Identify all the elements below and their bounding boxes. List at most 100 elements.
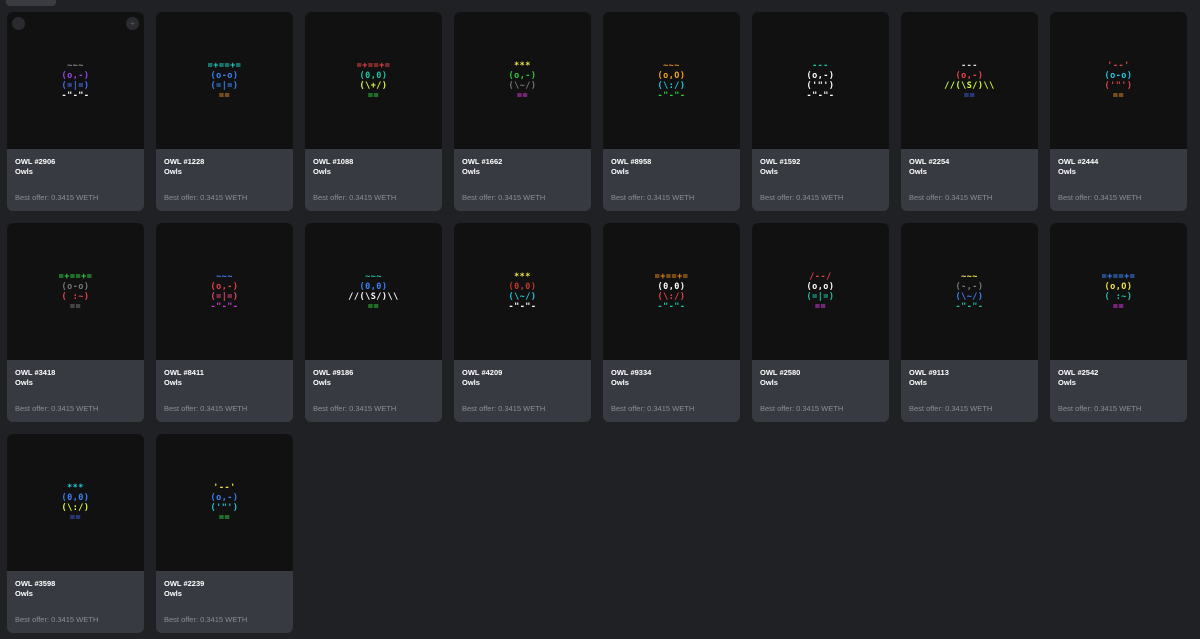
best-offer: Best offer: 0.3415 WETH	[909, 193, 993, 202]
nft-title: OWL #2254	[909, 157, 950, 166]
collection-name[interactable]: Owls	[15, 167, 136, 177]
owl-art-line: ==	[963, 90, 976, 101]
nft-image[interactable]: *** (0,0) (\:/) ==	[7, 434, 144, 571]
owl-art-line: //(\S/)\\	[348, 291, 399, 302]
owl-art-line: ***	[514, 60, 531, 71]
owl-ascii-art: --- (o,-) ('"') -"-"-	[806, 61, 834, 101]
owl-art-line: ==	[367, 90, 380, 101]
nft-card[interactable]: --- (o,-)//(\S/)\\ == OWL #2254 Owls Best off…	[901, 12, 1038, 211]
owl-ascii-art: =+==+= (0,0) (\+/) ==	[357, 61, 391, 101]
nft-card[interactable]: =+==+= (o-o)( :~) == OWL #3418 Owls Best offe…	[7, 223, 144, 422]
collection-name[interactable]: Owls	[760, 378, 881, 388]
nft-title: OWL #1088	[313, 157, 354, 166]
nft-image[interactable]: ~~~ (-,-) (\~/) -"-"-	[901, 223, 1038, 360]
owl-art-line: (\:/)	[657, 291, 686, 302]
nft-title: OWL #1228	[164, 157, 205, 166]
best-offer: Best offer: 0.3415 WETH	[164, 404, 248, 413]
owl-ascii-art: =+==+= (o-o)( :~) ==	[59, 272, 93, 312]
card-info: OWL #3598 Owls Best offer: 0.3415 WETH	[7, 571, 144, 633]
owl-art-line: (-,-)	[955, 281, 984, 292]
collection-name[interactable]: Owls	[313, 378, 434, 388]
best-offer: Best offer: 0.3415 WETH	[611, 193, 695, 202]
collection-name[interactable]: Owls	[313, 167, 434, 177]
nft-image[interactable]: =+==+= (o-o)( :~) ==	[7, 223, 144, 360]
nft-title: OWL #4209	[462, 368, 503, 377]
collection-name[interactable]: Owls	[164, 167, 285, 177]
nft-card[interactable]: =+==+= (0,0) (\:/) -"-"- OWL #9334 Owls Best o…	[603, 223, 740, 422]
nft-image[interactable]: =+==+= (0,0) (\:/) -"-"-	[603, 223, 740, 360]
nft-image[interactable]: ~~~ (o,-) (=|=) -"-"-	[156, 223, 293, 360]
nft-card[interactable]: =+==+= (o-o) (=|=) == OWL #1228 Owls Best offe…	[156, 12, 293, 211]
owl-ascii-art: '--' (o-o) ('"') ==	[1104, 61, 1132, 101]
nft-image[interactable]: --- (o,-)//(\S/)\\ ==	[901, 12, 1038, 149]
nft-card[interactable]: *** (0,0) (\~/) -"-"- OWL #4209 Owls Best offe…	[454, 223, 591, 422]
nft-card[interactable]: =+==+= (o,O)( :~) == OWL #2542 Owls Best offe…	[1050, 223, 1187, 422]
collection-name[interactable]: Owls	[611, 167, 732, 177]
nft-image[interactable]: '--' (o,-) ('"') ==	[156, 434, 293, 571]
best-offer: Best offer: 0.3415 WETH	[15, 404, 99, 413]
owl-art-line: ==	[218, 90, 231, 101]
best-offer: Best offer: 0.3415 WETH	[462, 193, 546, 202]
owl-art-line: (0,0)	[61, 492, 90, 503]
collection-name[interactable]: Owls	[462, 167, 583, 177]
card-info: OWL #2580 Owls Best offer: 0.3415 WETH	[752, 360, 889, 422]
nft-card[interactable]: '--' (o-o) ('"') == OWL #2444 Owls Best offer:…	[1050, 12, 1187, 211]
nft-image[interactable]: =+==+= (o,O)( :~) ==	[1050, 223, 1187, 360]
collection-name[interactable]: Owls	[15, 378, 136, 388]
card-info: OWL #2444 Owls Best offer: 0.3415 WETH	[1050, 149, 1187, 211]
owl-ascii-art: *** (0,0) (\~/) -"-"-	[508, 272, 536, 312]
plus-icon[interactable]: +	[126, 17, 139, 30]
nft-card[interactable]: ~~~ (-,-) (\~/) -"-"- OWL #9113 Owls Best offe…	[901, 223, 1038, 422]
nft-image[interactable]: ~~~ (o,O) (\:/) -"-"-	[603, 12, 740, 149]
nft-card[interactable]: ~~~ (o,O) (\:/) -"-"- OWL #8958 Owls Best offe…	[603, 12, 740, 211]
owl-ascii-art: *** (o,-) (\~/) ==	[508, 61, 536, 101]
nft-card[interactable]: *** (0,0) (\:/) == OWL #3598 Owls Best offer: …	[7, 434, 144, 633]
collection-name[interactable]: Owls	[164, 378, 285, 388]
nft-card[interactable]: + ~~~ (o,-) (=|=) -"-"- OWL #2906 Owls Best off…	[7, 12, 144, 211]
owl-art-line: ==	[367, 301, 380, 312]
owl-ascii-art: ~~~ (o,-) (=|=) -"-"-	[210, 272, 238, 312]
owl-art-line: (\+/)	[359, 80, 388, 91]
nft-card[interactable]: *** (o,-) (\~/) == OWL #1662 Owls Best offer: …	[454, 12, 591, 211]
nft-image[interactable]: *** (0,0) (\~/) -"-"-	[454, 223, 591, 360]
nft-image[interactable]: '--' (o-o) ('"') ==	[1050, 12, 1187, 149]
collection-name[interactable]: Owls	[462, 378, 583, 388]
owl-art-line: (0,0)	[508, 281, 537, 292]
nft-title: OWL #9113	[909, 368, 949, 377]
owl-art-line: =+==+=	[207, 60, 242, 71]
nft-image[interactable]: =+==+= (0,0) (\+/) ==	[305, 12, 442, 149]
collection-name[interactable]: Owls	[760, 167, 881, 177]
collection-name[interactable]: Owls	[15, 589, 136, 599]
nft-card[interactable]: ~~~ (o,-) (=|=) -"-"- OWL #8411 Owls Best offe…	[156, 223, 293, 422]
nft-title: OWL #2239	[164, 579, 205, 588]
collection-name[interactable]: Owls	[611, 378, 732, 388]
nft-image[interactable]: ~~~ (0,0)//(\S/)\\ ==	[305, 223, 442, 360]
nft-card[interactable]: --- (o,-) ('"') -"-"- OWL #1592 Owls Best offe…	[752, 12, 889, 211]
nft-card[interactable]: ~~~ (0,0)//(\S/)\\ == OWL #9186 Owls Best off…	[305, 223, 442, 422]
nft-image[interactable]: + ~~~ (o,-) (=|=) -"-"-	[7, 12, 144, 149]
select-circle-icon[interactable]	[12, 17, 25, 30]
owl-art-line: (0,0)	[359, 70, 388, 81]
owl-art-line: ('"')	[1104, 80, 1133, 91]
collection-name[interactable]: Owls	[909, 378, 1030, 388]
nft-image[interactable]: *** (o,-) (\~/) ==	[454, 12, 591, 149]
card-info: OWL #8411 Owls Best offer: 0.3415 WETH	[156, 360, 293, 422]
nft-card[interactable]: /--/(o,o) (=|=) == OWL #2580 Owls Best offer:…	[752, 223, 889, 422]
owl-ascii-art: ~~~ (o,O) (\:/) -"-"-	[657, 61, 685, 101]
card-info: OWL #1088 Owls Best offer: 0.3415 WETH	[305, 149, 442, 211]
owl-art-line: -"-"-	[210, 301, 239, 312]
nft-image[interactable]: =+==+= (o-o) (=|=) ==	[156, 12, 293, 149]
best-offer: Best offer: 0.3415 WETH	[462, 404, 546, 413]
nft-image[interactable]: --- (o,-) ('"') -"-"-	[752, 12, 889, 149]
owl-ascii-art: ~~~ (o,-) (=|=) -"-"-	[61, 61, 89, 101]
nft-card[interactable]: =+==+= (0,0) (\+/) == OWL #1088 Owls Best offe…	[305, 12, 442, 211]
nft-image[interactable]: /--/(o,o) (=|=) ==	[752, 223, 889, 360]
collection-name[interactable]: Owls	[1058, 378, 1179, 388]
collection-name[interactable]: Owls	[1058, 167, 1179, 177]
best-offer: Best offer: 0.3415 WETH	[760, 193, 844, 202]
collection-name[interactable]: Owls	[164, 589, 285, 599]
nft-card[interactable]: '--' (o,-) ('"') == OWL #2239 Owls Best offer:…	[156, 434, 293, 633]
collection-name[interactable]: Owls	[909, 167, 1030, 177]
card-info: OWL #2542 Owls Best offer: 0.3415 WETH	[1050, 360, 1187, 422]
top-tab[interactable]	[6, 0, 56, 6]
